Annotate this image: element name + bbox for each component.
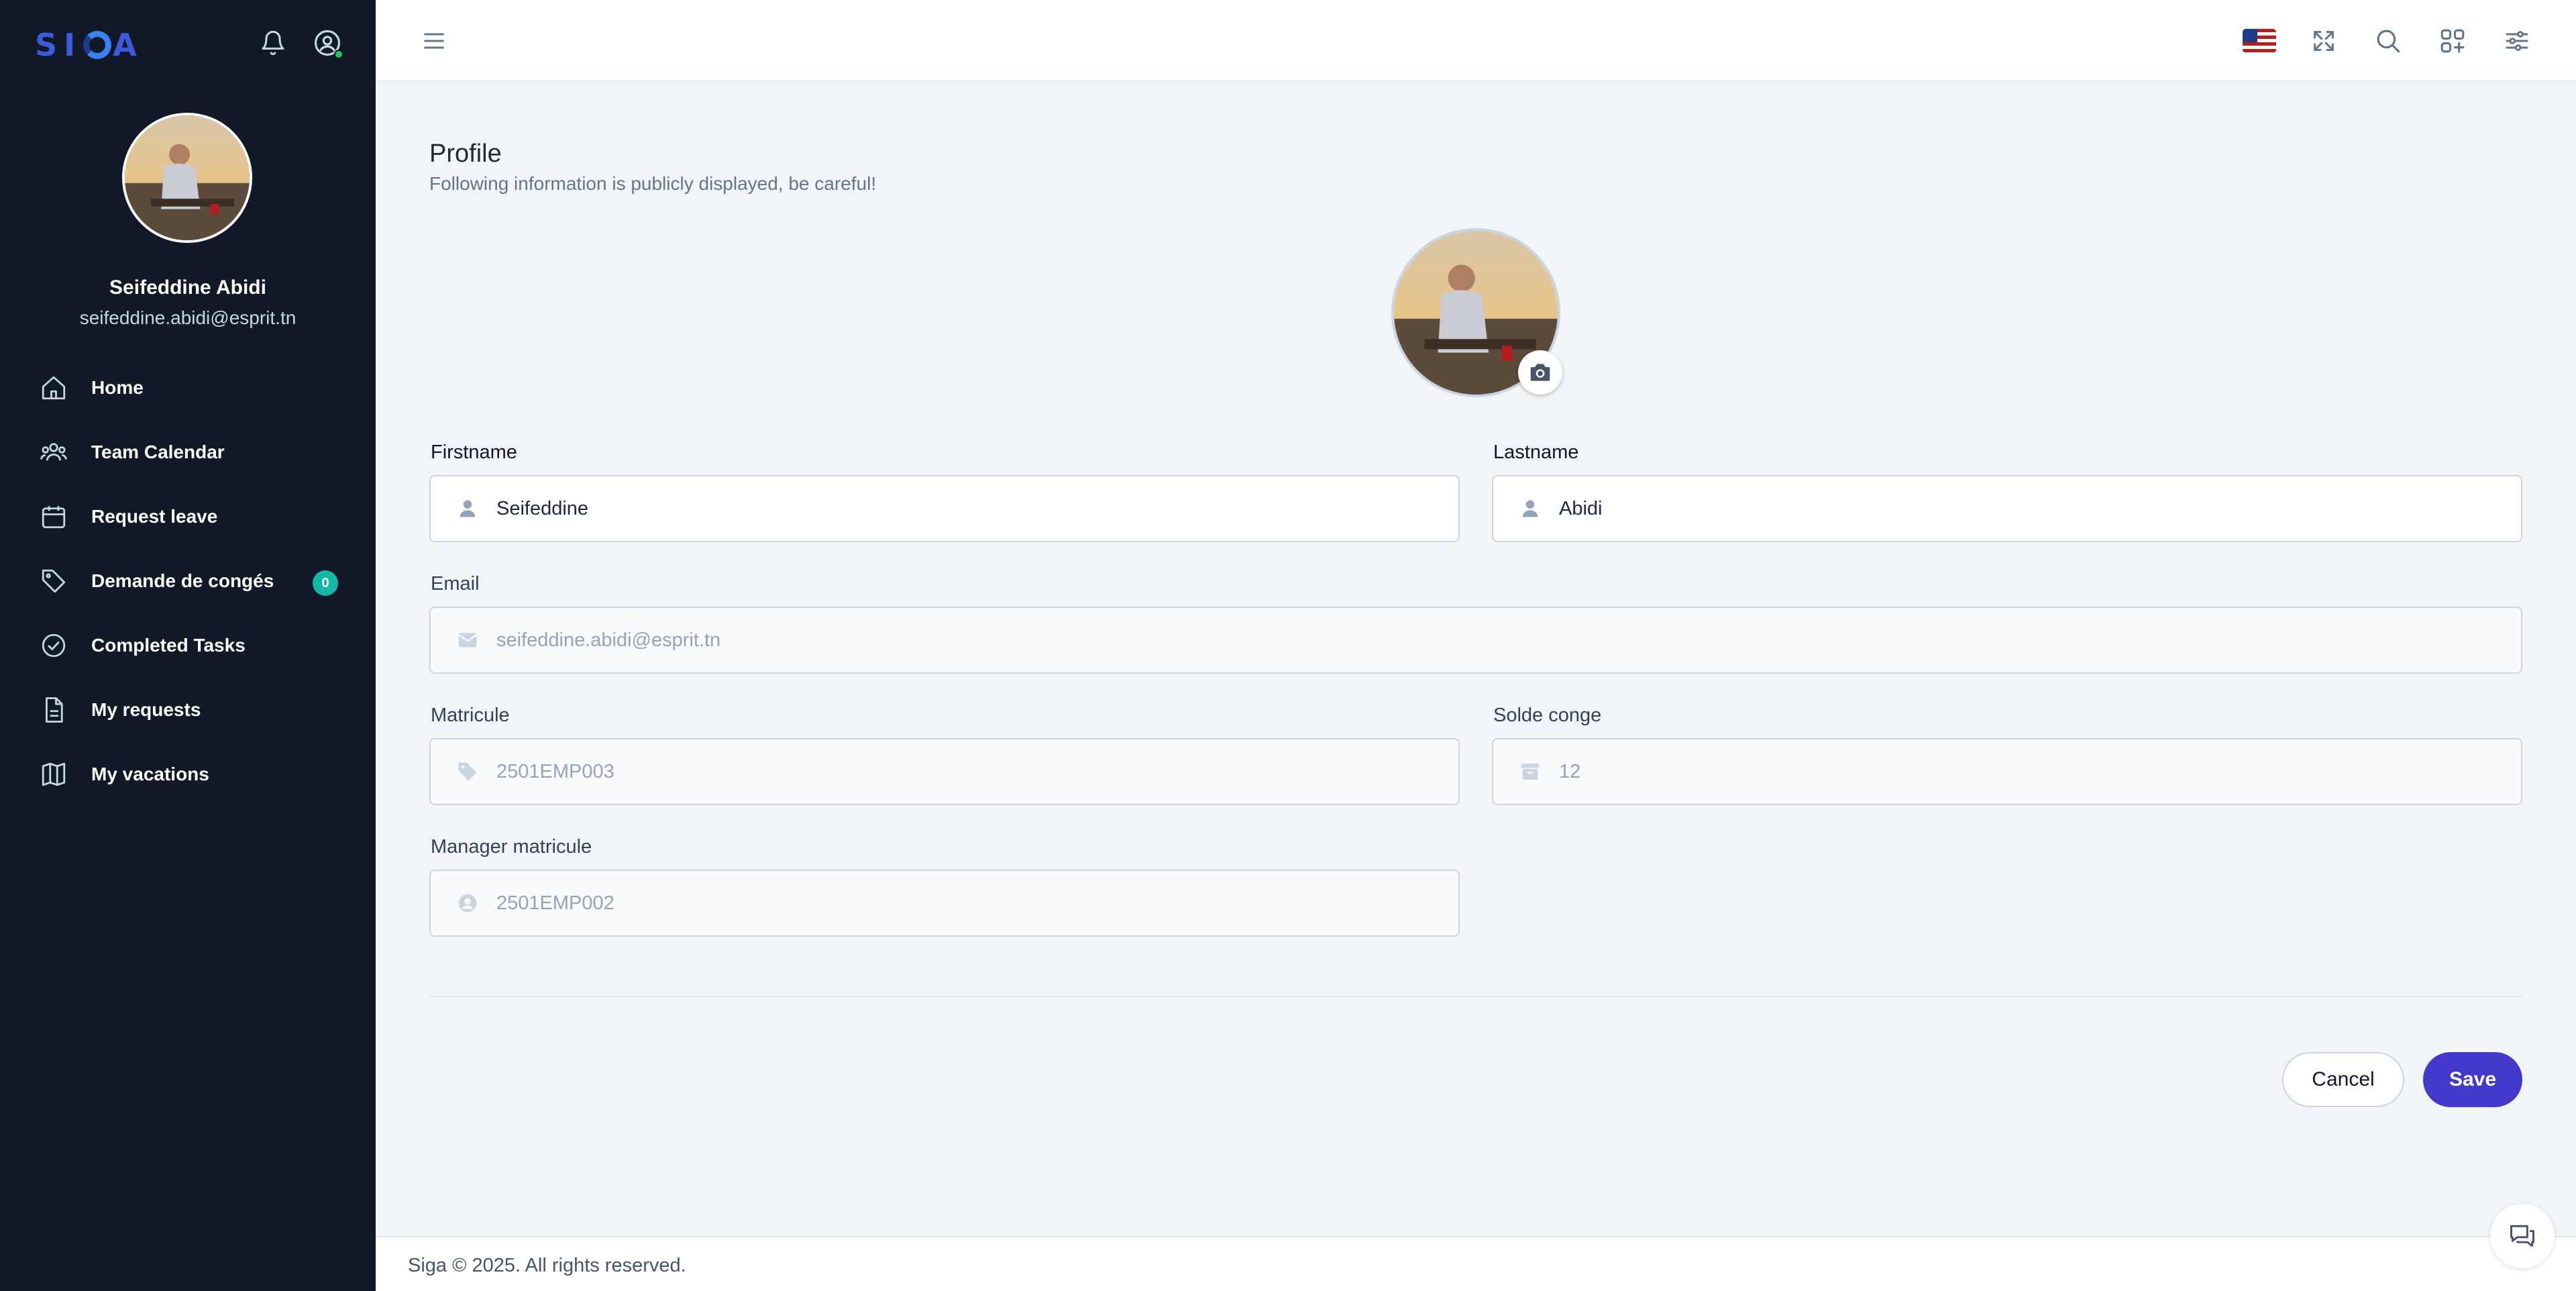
sidebar: SI A Seifeddine Abidi seifeddine.abidi@es… <box>0 0 376 1291</box>
solde-conge-value: 12 <box>1559 760 1581 782</box>
calendar-icon <box>39 502 68 531</box>
sidebar-item-my-requests[interactable]: My requests <box>0 678 376 742</box>
sidebar-item-demande-de-conges[interactable]: Demande de congés 0 <box>0 549 376 613</box>
sidebar-item-my-vacations[interactable]: My vacations <box>0 742 376 807</box>
main-content: Profile Following information is publicl… <box>376 82 2576 1236</box>
email-label: Email <box>431 573 480 595</box>
sidebar-item-label: Demande de congés <box>91 570 274 591</box>
sidebar-item-request-leave[interactable]: Request leave <box>0 484 376 549</box>
chat-icon[interactable] <box>2490 1204 2555 1268</box>
manager-matricule-field[interactable]: 2501EMP002 <box>429 870 1460 937</box>
siga-logo[interactable]: SI A <box>35 27 144 63</box>
user-icon <box>1519 497 1542 520</box>
bell-icon[interactable] <box>257 27 289 59</box>
team-icon <box>39 437 68 467</box>
page-title: Profile <box>429 140 502 168</box>
settings-sliders-icon[interactable] <box>2496 20 2538 62</box>
search-icon[interactable] <box>2367 20 2409 62</box>
sidebar-item-completed-tasks[interactable]: Completed Tasks <box>0 613 376 678</box>
sidebar-avatar[interactable] <box>122 113 252 243</box>
sidebar-user-email: seifeddine.abidi@esprit.tn <box>79 307 297 328</box>
top-header <box>376 0 2576 82</box>
lastname-label: Lastname <box>1493 442 1579 463</box>
camera-icon[interactable] <box>1518 350 1562 395</box>
firstname-field[interactable]: Seifeddine <box>429 475 1460 542</box>
manager-matricule-label: Manager matricule <box>431 836 592 858</box>
sidebar-item-label: Team Calendar <box>91 442 225 462</box>
home-icon <box>39 373 68 403</box>
online-status-dot <box>334 50 343 59</box>
lastname-field[interactable]: Abidi <box>1492 475 2522 542</box>
cancel-button[interactable]: Cancel <box>2282 1052 2404 1107</box>
solde-conge-label: Solde conge <box>1493 705 1602 726</box>
matricule-label: Matricule <box>431 705 510 726</box>
tag-icon <box>456 760 479 783</box>
document-icon <box>39 695 68 725</box>
envelope-icon <box>456 629 479 652</box>
solde-conge-field[interactable]: 12 <box>1492 738 2522 805</box>
sidebar-user-name: Seifeddine Abidi <box>109 276 266 299</box>
firstname-label: Firstname <box>431 442 517 463</box>
email-value: seifeddine.abidi@esprit.tn <box>496 629 721 651</box>
matricule-field[interactable]: 2501EMP003 <box>429 738 1460 805</box>
hamburger-menu-icon[interactable] <box>413 20 455 62</box>
check-circle-icon <box>39 631 68 660</box>
matricule-value: 2501EMP003 <box>496 760 614 782</box>
map-icon <box>39 760 68 789</box>
sidebar-item-label: Request leave <box>91 506 218 527</box>
sidebar-item-label: My vacations <box>91 764 209 784</box>
user-icon <box>456 497 479 520</box>
sidebar-item-label: Home <box>91 377 144 398</box>
sidebar-item-team-calendar[interactable]: Team Calendar <box>0 420 376 484</box>
sidebar-top-bar: SI A <box>0 0 376 82</box>
fullscreen-icon[interactable] <box>2303 20 2345 62</box>
tag-icon <box>39 566 68 596</box>
save-button[interactable]: Save <box>2423 1052 2522 1107</box>
count-badge: 0 <box>313 570 338 596</box>
sidebar-item-label: Completed Tasks <box>91 635 246 656</box>
footer: Siga © 2025. All rights reserved. <box>376 1236 2576 1291</box>
user-circle-icon[interactable] <box>311 27 343 59</box>
manager-matricule-value: 2501EMP002 <box>496 892 614 914</box>
apps-grid-icon[interactable] <box>2432 20 2473 62</box>
lastname-value: Abidi <box>1559 497 1603 519</box>
sidebar-item-label: My requests <box>91 699 201 720</box>
firstname-value: Seifeddine <box>496 497 589 519</box>
sidebar-item-home[interactable]: Home <box>0 356 376 420</box>
email-field[interactable]: seifeddine.abidi@esprit.tn <box>429 607 2522 674</box>
us-flag-icon[interactable] <box>2239 20 2280 62</box>
page-subtitle: Following information is publicly displa… <box>429 173 877 194</box>
sidebar-nav: Home Team Calendar Request leave Demande… <box>0 356 376 807</box>
footer-copyright: Siga © 2025. All rights reserved. <box>408 1255 686 1276</box>
form-divider <box>429 996 2522 997</box>
archive-icon <box>1519 760 1542 783</box>
user-circle-icon <box>456 892 479 915</box>
